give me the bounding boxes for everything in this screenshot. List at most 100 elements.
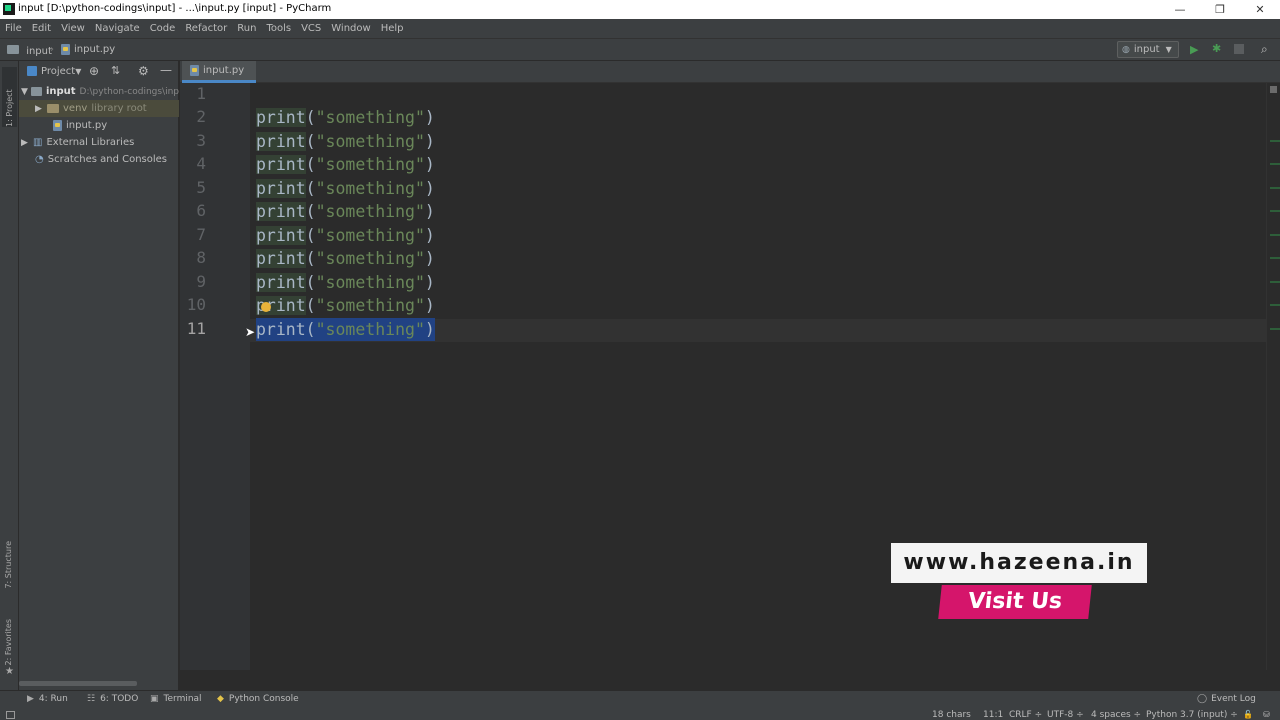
todo-icon: ☷ (87, 694, 96, 704)
code-line: print("something") (256, 273, 435, 292)
code-line: print("something") (256, 108, 435, 127)
window-title: input [D:\python-codings\input] - ...\in… (18, 3, 332, 14)
tree-item-input[interactable]: ▼ input D:\python-codings\inp (19, 83, 179, 100)
line-number: 8 (196, 248, 206, 267)
run-icon[interactable]: ▶ (1190, 43, 1198, 56)
line-number: 9 (196, 272, 206, 291)
todo-tool-tab[interactable]: ☷ 6: TODO (87, 694, 138, 704)
line-number: 11 (186, 319, 206, 338)
change-marker (1270, 163, 1280, 165)
tree-item-venv[interactable]: ▶ venv library root (19, 100, 179, 117)
breadcrumb-project[interactable]: input (7, 45, 52, 57)
line-number: 3 (196, 131, 206, 150)
change-marker (1270, 281, 1280, 283)
memory-indicator-icon: ⛁ (1263, 710, 1270, 719)
restore-button[interactable]: ❐ (1200, 0, 1240, 19)
tree-item-scratches[interactable]: ◔ Scratches and Consoles (19, 151, 179, 168)
menu-view[interactable]: View (61, 23, 85, 34)
code-line: print("something") (256, 249, 435, 268)
folder-icon (7, 45, 19, 54)
chevron-down-icon: ▼ (75, 67, 82, 76)
change-marker (1270, 140, 1280, 142)
line-number: 7 (196, 225, 206, 244)
line-number: 1 (196, 84, 206, 103)
breadcrumb-separator: › (50, 44, 54, 55)
gear-icon[interactable]: ⚙ (138, 64, 149, 78)
line-number: 10 (186, 295, 206, 314)
menu-help[interactable]: Help (381, 23, 404, 34)
change-marker (1270, 210, 1280, 212)
lightbulb-icon[interactable] (261, 302, 271, 312)
menu-code[interactable]: Code (150, 23, 176, 34)
tool-windows-toggle-icon[interactable] (6, 711, 15, 719)
project-panel: Project▼ ⊕ ⇅ ⚙ — ▼ input D:\python-codin… (19, 61, 179, 690)
tab-input-py[interactable]: input.py (182, 61, 256, 83)
event-log-icon: ◯ (1197, 694, 1208, 704)
horizontal-scrollbar[interactable] (19, 681, 137, 686)
stop-icon[interactable] (1234, 44, 1244, 54)
project-view-select[interactable]: Project▼ (41, 66, 81, 77)
python-interpreter[interactable]: Python 3.7 (input) ÷ (1146, 710, 1238, 720)
python-config-icon: ◍ (1122, 44, 1130, 55)
tree-item-input-py[interactable]: input.py (19, 117, 179, 134)
line-number: 2 (196, 107, 206, 126)
menu-navigate[interactable]: Navigate (95, 23, 140, 34)
hide-panel-icon[interactable]: — (160, 63, 172, 77)
change-marker (1270, 187, 1280, 189)
folder-icon (47, 104, 59, 113)
tree-item-external-libraries[interactable]: ▶ ▥ External Libraries (19, 134, 179, 151)
python-file-icon (61, 44, 70, 55)
code-line: print("something") (256, 202, 435, 221)
mouse-cursor-icon: ➤ (245, 325, 256, 339)
line-number: 6 (196, 201, 206, 220)
project-panel-header: Project▼ ⊕ ⇅ ⚙ — (19, 61, 179, 83)
change-marker (1270, 257, 1280, 259)
chevron-down-icon: ▼ (21, 86, 28, 97)
menu-edit[interactable]: Edit (32, 23, 51, 34)
menu-bar: File Edit View Navigate Code Refactor Ru… (0, 19, 1280, 38)
minimize-button[interactable]: — (1160, 0, 1200, 19)
menu-tools[interactable]: Tools (266, 23, 291, 34)
menu-file[interactable]: File (5, 23, 22, 34)
code-line: print("something") (256, 132, 435, 151)
menu-refactor[interactable]: Refactor (185, 23, 227, 34)
lock-icon[interactable]: 🔓 (1243, 710, 1253, 719)
project-tree: ▼ input D:\python-codings\inp ▶ venv lib… (19, 83, 179, 168)
event-log-tool-tab[interactable]: ◯ Event Log (1197, 694, 1256, 704)
python-file-icon (190, 65, 199, 76)
chevron-right-icon: ▶ (21, 137, 28, 148)
caret-position[interactable]: 11:1 (983, 710, 1003, 720)
breadcrumb-file[interactable]: input.py (61, 44, 115, 55)
close-button[interactable]: ✕ (1240, 0, 1280, 19)
terminal-tool-tab[interactable]: ▣ Terminal (150, 694, 202, 704)
chevron-down-icon: ▼ (1165, 45, 1172, 54)
navigation-bar: input › input.py ◍ input ▼ ▶ ✱ ⌕ (0, 38, 1280, 61)
file-encoding[interactable]: UTF-8 ÷ (1047, 710, 1084, 720)
python-console-tool-tab[interactable]: ◆ Python Console (217, 694, 299, 704)
folder-icon (31, 87, 42, 96)
code-line: print("something") (256, 179, 435, 198)
error-stripe[interactable] (1266, 83, 1280, 670)
left-tool-strip: 1: Project 7: Structure 2: Favorites ★ (0, 61, 19, 690)
structure-tool-tab[interactable]: 7: Structure (4, 541, 13, 589)
change-marker (1270, 234, 1280, 236)
python-file-icon (53, 120, 62, 131)
menu-run[interactable]: Run (237, 23, 256, 34)
star-icon: ★ (5, 666, 14, 677)
line-number: 5 (196, 178, 206, 197)
inspection-status-icon[interactable] (1270, 86, 1277, 93)
line-separator[interactable]: CRLF ÷ (1009, 710, 1042, 720)
favorites-tool-tab[interactable]: 2: Favorites (4, 619, 13, 665)
menu-vcs[interactable]: VCS (301, 23, 321, 34)
project-view-icon (27, 66, 37, 76)
collapse-all-icon[interactable]: ⇅ (111, 64, 120, 77)
locate-icon[interactable]: ⊕ (89, 64, 99, 78)
run-tool-tab[interactable]: ▶ 4: Run (27, 694, 68, 704)
debug-icon[interactable]: ✱ (1212, 42, 1221, 55)
code-line: print("something") (256, 296, 435, 315)
run-config-select[interactable]: ◍ input ▼ (1117, 41, 1179, 58)
search-icon[interactable]: ⌕ (1261, 42, 1268, 57)
indent-setting[interactable]: 4 spaces ÷ (1091, 710, 1141, 720)
project-tool-tab[interactable]: 1: Project (2, 67, 17, 127)
menu-window[interactable]: Window (331, 23, 370, 34)
